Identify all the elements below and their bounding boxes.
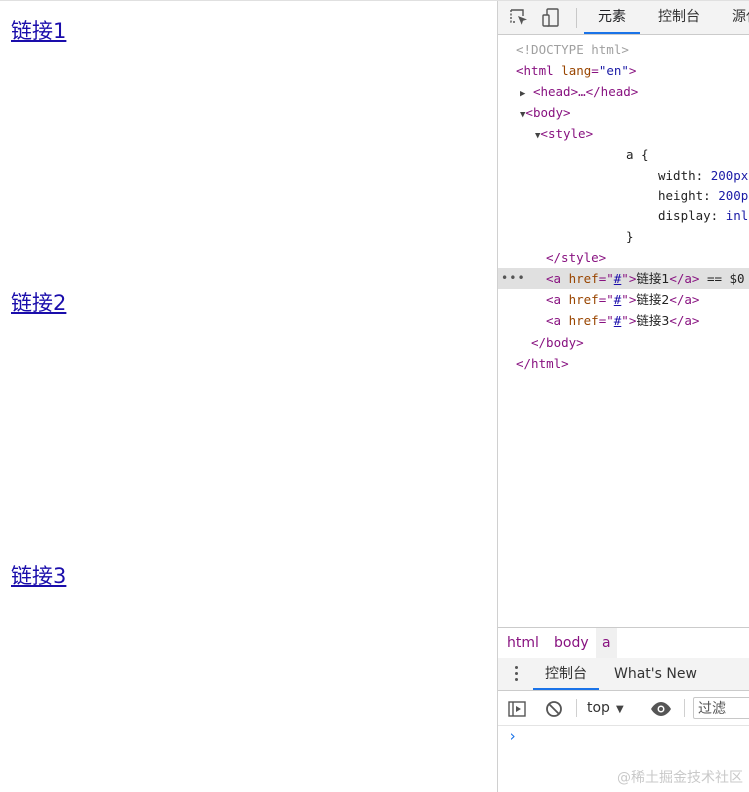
tree-row-a-3[interactable]: <a href="#">链接3</a> [498, 310, 749, 331]
selected-marker: == $0 [706, 271, 745, 286]
a-text: 链接3 [636, 313, 670, 328]
style-close-tag: </style> [546, 250, 607, 265]
css-value-height: 200px [718, 188, 749, 203]
filter-input[interactable]: 过滤 [693, 697, 749, 719]
a-close-tag: </a> [669, 313, 700, 328]
body-tag: <body> [525, 105, 571, 120]
breadcrumb-body[interactable]: body [554, 628, 589, 658]
tree-row-style[interactable]: ▼<style> [498, 123, 749, 144]
body-close-tag: </body> [531, 335, 584, 350]
devtools-tab-bar: 元素 控制台 源代 [498, 1, 749, 35]
css-prop-display: display: [658, 208, 719, 223]
tree-row-html[interactable]: <html lang="en"> [498, 60, 749, 81]
drawer-tab-whats-new[interactable]: What's New [614, 658, 697, 690]
css-selector: a { [626, 147, 649, 162]
toolbar-divider [576, 699, 577, 717]
breadcrumb-a[interactable]: a [596, 628, 617, 658]
clear-console-icon[interactable] [544, 699, 564, 719]
devtools-panel: 元素 控制台 源代 <!DOCTYPE html> <html lang="en… [497, 1, 749, 792]
a-text: 链接2 [636, 292, 670, 307]
tree-row-css-selector: a { [498, 144, 749, 165]
css-close-brace: } [626, 229, 634, 244]
a-attr-name: href [568, 271, 599, 286]
tree-row-a-2[interactable]: <a href="#">链接2</a> [498, 289, 749, 310]
css-value-width: 200px [710, 168, 749, 183]
tree-row-css-height: height: 200px [498, 185, 749, 206]
tree-row-css-close: } [498, 226, 749, 247]
link-1[interactable]: 链接1 [11, 15, 66, 45]
console-toolbar: top ▼ 过滤 [498, 691, 749, 726]
tab-elements[interactable]: 元素 [584, 1, 640, 34]
tree-row-body[interactable]: ▼<body> [498, 102, 749, 123]
toolbar-divider [684, 699, 685, 717]
eye-icon[interactable] [650, 699, 671, 719]
breadcrumb-html[interactable]: html [507, 628, 539, 658]
tab-console[interactable]: 控制台 [658, 1, 700, 34]
head-tag: <head>…</head> [532, 84, 639, 99]
html-attr-name: lang [561, 63, 592, 78]
a-text: 链接1 [636, 271, 670, 286]
a-tag: <a [546, 313, 562, 328]
drawer-tab-console[interactable]: 控制台 [533, 658, 599, 690]
html-close-tag: </html> [516, 356, 569, 371]
tree-row-doctype[interactable]: <!DOCTYPE html> [498, 39, 749, 60]
tab-sources[interactable]: 源代 [732, 1, 749, 34]
breadcrumb: html body a [498, 627, 749, 659]
expand-right-icon[interactable]: ▶ [520, 89, 525, 99]
a-close-tag: </a> [669, 292, 700, 307]
a-close-tag: </a> [669, 271, 700, 286]
a-tag: <a [546, 271, 562, 286]
more-icon[interactable]: ••• [501, 268, 526, 289]
tree-row-style-close[interactable]: </style> [498, 247, 749, 268]
tree-row-body-close[interactable]: </body> [498, 332, 749, 353]
tree-row-html-close[interactable]: </html> [498, 353, 749, 374]
watermark: @稀土掘金技术社区 [617, 770, 743, 786]
doctype-text: <!DOCTYPE html> [516, 42, 629, 57]
tree-row-css-display: display: inline-block [498, 205, 749, 226]
dropdown-arrow-icon: ▼ [615, 704, 624, 715]
css-prop-width: width: [658, 168, 704, 183]
toolbar-divider [576, 8, 577, 28]
device-toolbar-icon[interactable] [540, 7, 562, 29]
tree-row-head[interactable]: ▶ <head>…</head> [498, 81, 749, 102]
context-selector[interactable]: top ▼ [587, 691, 624, 725]
style-tag: <style> [540, 126, 594, 141]
drawer-tab-bar: 控制台 What's New [498, 658, 749, 691]
drawer-menu-icon[interactable] [515, 666, 519, 683]
a-tag: <a [546, 292, 562, 307]
tree-row-css-width: width: 200px [498, 165, 749, 186]
page-viewport: 链接1 链接2 链接3 [0, 1, 497, 792]
html-attr-value: "en" [598, 63, 629, 78]
a-attr-name: href [568, 292, 599, 307]
link-2[interactable]: 链接2 [11, 287, 66, 317]
tree-row-a-1[interactable]: ••• <a href="#">链接1</a> == $0 [498, 268, 749, 289]
css-prop-height: height: [658, 188, 711, 203]
inspect-element-icon[interactable] [508, 7, 530, 29]
console-prompt-icon[interactable]: › [508, 727, 517, 745]
context-value: top [587, 700, 610, 716]
link-3[interactable]: 链接3 [11, 560, 66, 590]
show-sidebar-icon[interactable] [507, 699, 527, 719]
html-tag: <html [516, 63, 554, 78]
css-value-display: inline-block [725, 208, 749, 223]
a-attr-name: href [568, 313, 599, 328]
